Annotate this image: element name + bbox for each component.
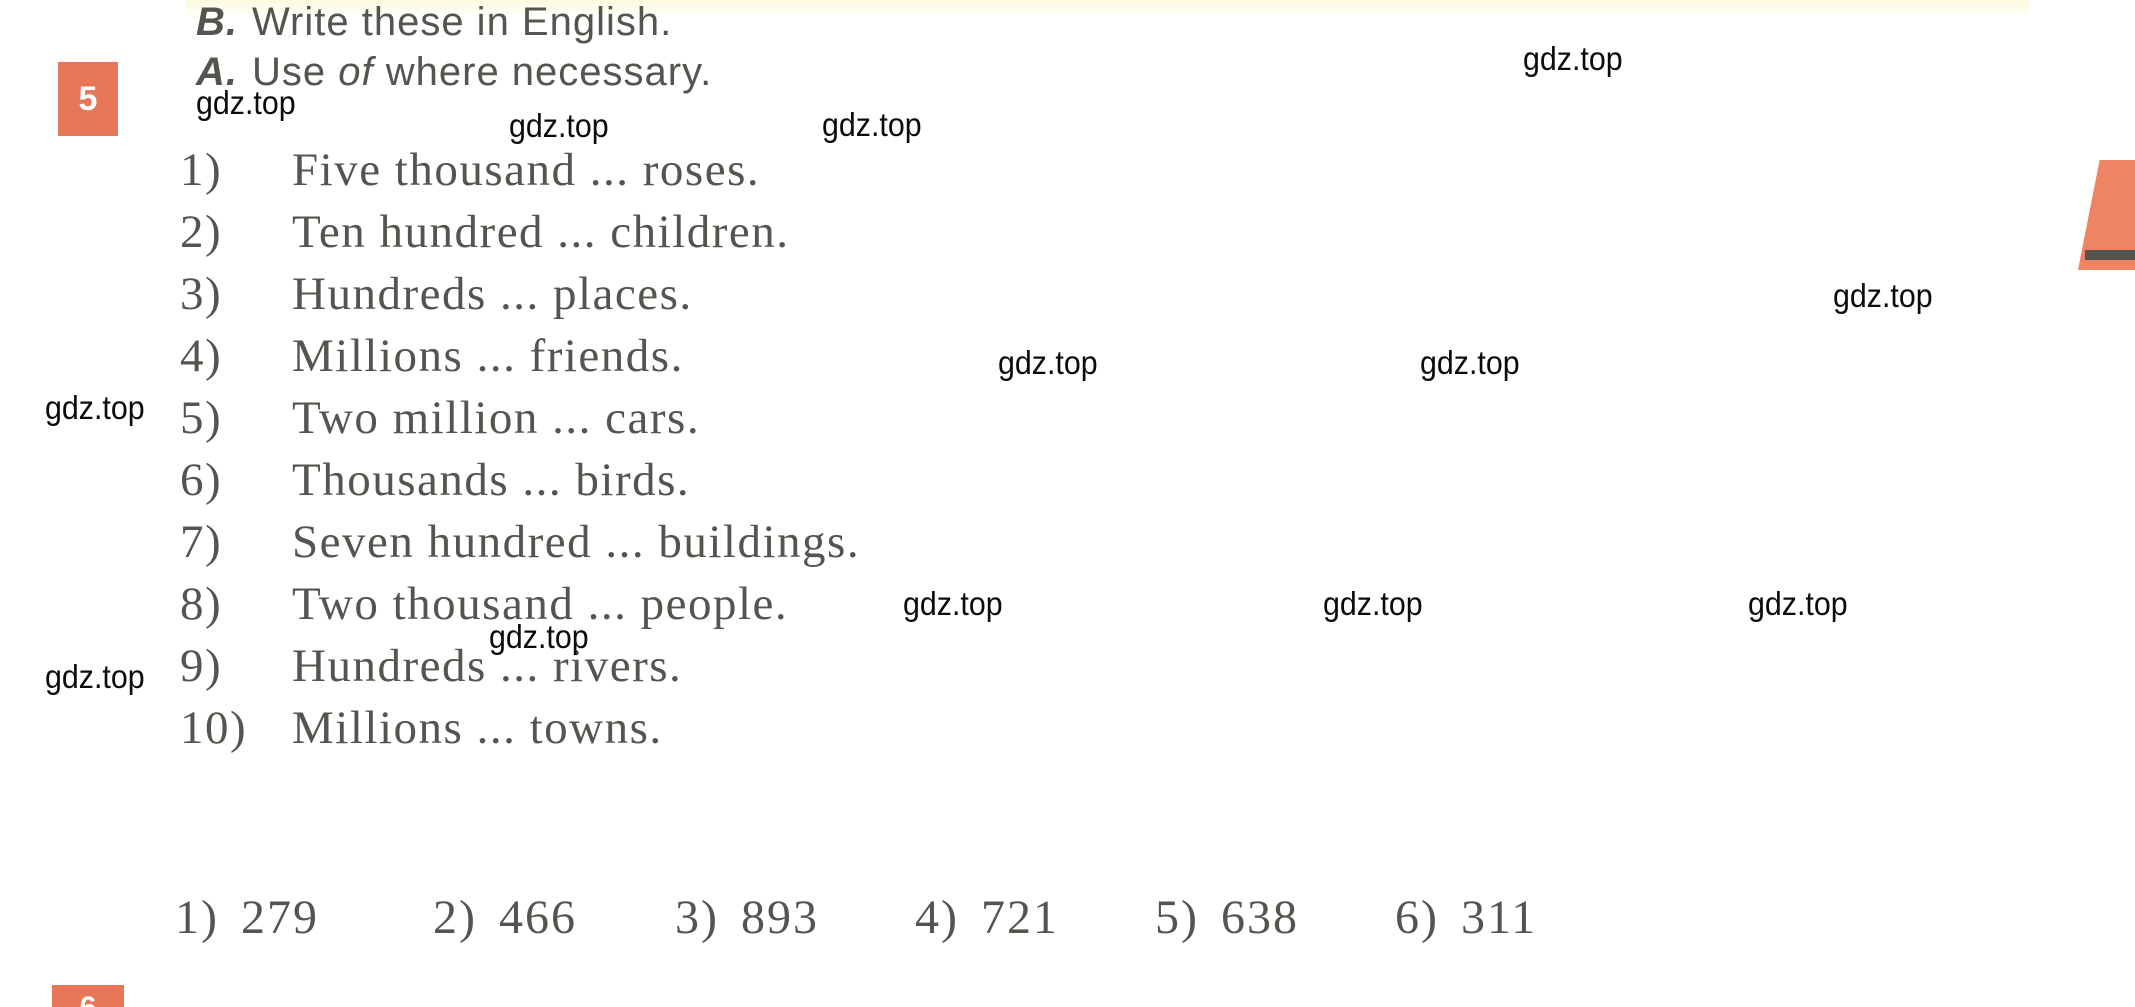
watermark-text: gdz.top [45, 389, 145, 426]
watermark-text: gdz.top [822, 106, 922, 143]
list-item: 5) Two million ... cars. [180, 391, 860, 453]
list-item-text: Hundreds ... places. [292, 268, 693, 320]
section-b-item-value: 721 [980, 891, 1059, 944]
list-item: 2) Ten hundred ... children. [180, 205, 860, 267]
list-item: 1) Five thousand ... roses. [180, 143, 860, 205]
section-b-item-number: 2) [433, 891, 477, 944]
list-item-number: 2) [180, 206, 223, 258]
list-item-number: 7) [180, 516, 223, 568]
list-item-text: Thousands ... birds. [292, 454, 691, 506]
list-item-text: Hundreds ... rivers. [292, 640, 683, 692]
watermark-text: gdz.top [45, 658, 145, 695]
list-item: 7) Seven hundred ... buildings. [180, 515, 860, 577]
right-margin-gray-bar [2085, 250, 2135, 260]
list-item: 4) Millions ... friends. [180, 329, 860, 391]
section-b-item: 5) 638 [1155, 890, 1395, 945]
section-b-item: 1) 279 [175, 890, 433, 945]
list-item-number: 10) [180, 702, 248, 754]
section-b-item-value: 638 [1220, 891, 1299, 944]
watermark-text: gdz.top [489, 618, 589, 655]
list-item-text: Seven hundred ... buildings. [292, 516, 861, 568]
section-b-item-number: 4) [915, 891, 959, 944]
section-b-item: 4) 721 [915, 890, 1155, 945]
section-a-item-list: 1) Five thousand ... roses. 2) Ten hundred … [180, 143, 860, 763]
watermark-text: gdz.top [1323, 585, 1423, 622]
section-b-item-number: 6) [1395, 891, 1439, 944]
section-b-item-number: 1) [175, 891, 219, 944]
exercise-number-badge: 5 [58, 62, 118, 136]
list-item-number: 8) [180, 578, 223, 630]
list-item-text: Two million ... cars. [292, 392, 701, 444]
list-item-number: 1) [180, 144, 223, 196]
section-b-item-value: 311 [1460, 891, 1538, 944]
watermark-text: gdz.top [196, 84, 296, 121]
section-a-heading-italic-word: of [338, 50, 374, 94]
list-item: 10) Millions ... towns. [180, 701, 860, 763]
section-b-number-row: 1) 279 2) 466 3) 893 4) 721 5) 638 6) 311 [175, 890, 1635, 945]
list-item-number: 3) [180, 268, 223, 320]
list-item-number: 6) [180, 454, 223, 506]
list-item-text: Millions ... friends. [292, 330, 684, 382]
list-item-number: 4) [180, 330, 223, 382]
section-a-heading-after: where necessary. [385, 50, 713, 94]
list-item: 3) Hundreds ... places. [180, 267, 860, 329]
section-b-heading-text: Write these in English. [252, 0, 673, 44]
list-item-text: Ten hundred ... children. [292, 206, 790, 258]
section-b-item: 2) 466 [433, 890, 675, 945]
list-item-text: Five thousand ... roses. [292, 144, 761, 196]
textbook-page-scan: 5 6 A.Use of where necessary. 1)Five tho… [0, 0, 2135, 1007]
section-b-heading: B. Write these in English. [196, 0, 672, 45]
watermark-text: gdz.top [1420, 344, 1520, 381]
section-b-item-value: 279 [240, 891, 319, 944]
section-b-item: 6) 311 [1395, 890, 1635, 945]
section-b-item: 3) 893 [675, 890, 915, 945]
section-b-item-number: 3) [675, 891, 719, 944]
section-b-item-number: 5) [1155, 891, 1199, 944]
section-b-item-value: 466 [498, 891, 577, 944]
watermark-text: gdz.top [1523, 40, 1623, 77]
section-b-marker: B. [196, 0, 238, 44]
list-item-text: Millions ... towns. [292, 702, 663, 754]
watermark-text: gdz.top [1748, 585, 1848, 622]
list-item-number: 9) [180, 640, 223, 692]
watermark-text: gdz.top [1833, 277, 1933, 314]
list-item-number: 5) [180, 392, 223, 444]
watermark-text: gdz.top [998, 344, 1098, 381]
watermark-text: gdz.top [509, 107, 609, 144]
section-b-item-value: 893 [740, 891, 819, 944]
list-item: 6) Thousands ... birds. [180, 453, 860, 515]
next-exercise-number-badge: 6 [52, 985, 124, 1007]
watermark-text: gdz.top [903, 585, 1003, 622]
